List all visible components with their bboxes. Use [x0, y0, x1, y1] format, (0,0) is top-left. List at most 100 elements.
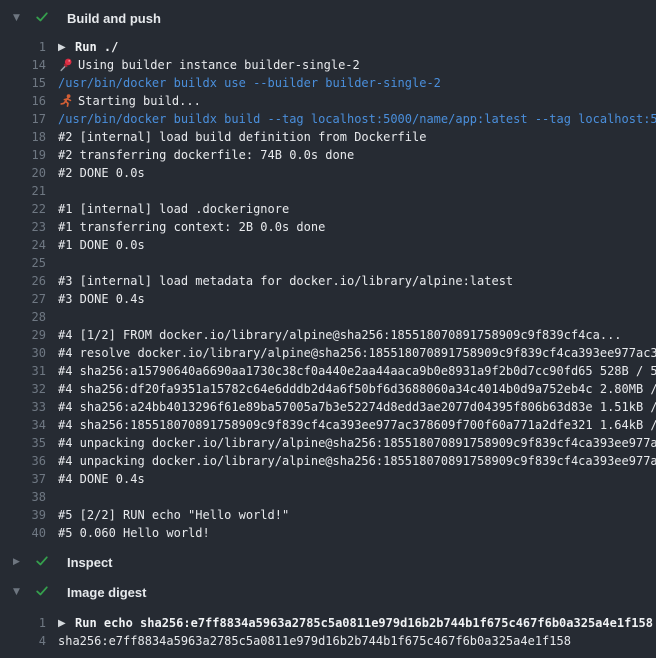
line-number[interactable]: 16	[0, 94, 46, 108]
line-number[interactable]: 35	[0, 436, 46, 450]
log-line: 32 #4 sha256:df20fa9351a15782c64e6dddb2d4…	[0, 380, 656, 398]
log-text: #4 [1/2] FROM docker.io/library/alpine@s…	[58, 328, 622, 342]
line-number[interactable]: 36	[0, 454, 46, 468]
line-number[interactable]: 28	[0, 310, 46, 324]
line-number[interactable]: 37	[0, 472, 46, 486]
line-number[interactable]: 27	[0, 292, 46, 306]
check-icon	[35, 10, 49, 24]
line-number[interactable]: 32	[0, 382, 46, 396]
log-line: 15/usr/bin/docker buildx use --builder b…	[0, 74, 656, 92]
log-block-image-digest: 1 ▶ Run echo sha256:e7ff8834a5963a2785c5a0…	[0, 614, 656, 650]
step-header-inspect[interactable]: ▶ Inspect	[0, 550, 656, 574]
log-text: #2 [internal] load build definition from…	[58, 130, 426, 144]
log-line: 20 #2 DONE 0.0s	[0, 164, 656, 182]
log-text: #4 sha256:df20fa9351a15782c64e6dddb2d4a6…	[58, 382, 656, 396]
line-number[interactable]: 15	[0, 76, 46, 90]
line-number[interactable]: 39	[0, 508, 46, 522]
step-header-build-and-push[interactable]: ▼ Build and push	[0, 6, 656, 30]
log-line: 1 ▶ Run ./	[0, 38, 656, 56]
line-number[interactable]: 29	[0, 328, 46, 342]
log-line: 28	[0, 308, 656, 326]
log-line: 40 #5 0.060 Hello world!	[0, 524, 656, 542]
line-number[interactable]: 26	[0, 274, 46, 288]
play-icon[interactable]: ▶	[58, 618, 69, 629]
line-number[interactable]: 1	[0, 616, 46, 630]
log-block-build-and-push: 1 ▶ Run ./ 14Using builder instance builder…	[0, 38, 656, 542]
log-text: Run ./	[75, 40, 118, 54]
step-title: Image digest	[67, 585, 146, 600]
line-number[interactable]: 24	[0, 238, 46, 252]
log-line: 18 #2 [internal] load build definition fr…	[0, 128, 656, 146]
chevron-down-icon[interactable]: ▼	[13, 13, 35, 23]
log-text: Run echo sha256:e7ff8834a5963a2785c5a081…	[75, 616, 653, 630]
log-text: #4 unpacking docker.io/library/alpine@sh…	[58, 436, 656, 450]
step-header-image-digest[interactable]: ▼ Image digest	[0, 580, 656, 604]
log-line: 30 #4 resolve docker.io/library/alpine@sh…	[0, 344, 656, 362]
log-text: #3 [internal] load metadata for docker.i…	[58, 274, 513, 288]
line-number[interactable]: 38	[0, 490, 46, 504]
log-line: 19 #2 transferring dockerfile: 74B 0.0s d…	[0, 146, 656, 164]
line-number[interactable]: 1	[0, 40, 46, 54]
log-line: 1 ▶ Run echo sha256:e7ff8834a5963a2785c5a0…	[0, 614, 656, 632]
line-number[interactable]: 17	[0, 112, 46, 126]
log-text: #4 resolve docker.io/library/alpine@sha2…	[58, 346, 656, 360]
log-line: 33 #4 sha256:a24bb4013296f61e89ba57005a7b…	[0, 398, 656, 416]
line-number[interactable]: 34	[0, 418, 46, 432]
log-line: 36 #4 unpacking docker.io/library/alpine@…	[0, 452, 656, 470]
line-number[interactable]: 30	[0, 346, 46, 360]
line-number[interactable]: 22	[0, 202, 46, 216]
log-line: 23 #1 transferring context: 2B 0.0s done	[0, 218, 656, 236]
log-line: 38	[0, 488, 656, 506]
line-number[interactable]: 19	[0, 148, 46, 162]
line-number[interactable]: 4	[0, 634, 46, 648]
line-number[interactable]: 21	[0, 184, 46, 198]
log-line: 24#1 DONE 0.0s	[0, 236, 656, 254]
log-text: Starting build...	[78, 94, 201, 108]
log-line: 17/usr/bin/docker buildx build --tag loc…	[0, 110, 656, 128]
check-icon	[35, 584, 49, 598]
line-number[interactable]: 40	[0, 526, 46, 540]
log-line: 4 sha256:e7ff8834a5963a2785c5a0811e979d16…	[0, 632, 656, 650]
log-line: 31 #4 sha256:a15790640a6690aa1730c38cf0a4…	[0, 362, 656, 380]
chevron-right-icon[interactable]: ▶	[13, 557, 35, 567]
log-line: 27 #3 DONE 0.4s	[0, 290, 656, 308]
log-line: 39 #5 [2/2] RUN echo "Hello world!"	[0, 506, 656, 524]
workflow-log-viewer: ▼ Build and push 1 ▶ Run ./ 14Using builder i…	[0, 6, 656, 650]
log-text: sha256:e7ff8834a5963a2785c5a0811e979d16b…	[58, 634, 571, 648]
log-text: /usr/bin/docker buildx build --tag local…	[58, 112, 656, 126]
log-line: 25	[0, 254, 656, 272]
log-line: 34 #4 sha256:185518070891758909c9f839cf4c…	[0, 416, 656, 434]
log-text: #1 [internal] load .dockerignore	[58, 202, 289, 216]
log-line: 22 #1 [internal] load .dockerignore	[0, 200, 656, 218]
log-line: 16 Starting build...	[0, 92, 656, 110]
check-icon	[35, 554, 49, 568]
chevron-down-icon[interactable]: ▼	[13, 587, 35, 597]
log-text: #5 0.060 Hello world!	[58, 526, 210, 540]
line-number[interactable]: 25	[0, 256, 46, 270]
log-text: #4 sha256:a24bb4013296f61e89ba57005a7b3e…	[58, 400, 656, 414]
log-line: 21	[0, 182, 656, 200]
log-line: 14Using builder instance builder-single-…	[0, 56, 656, 74]
play-icon[interactable]: ▶	[58, 42, 69, 53]
step-title: Build and push	[67, 11, 161, 26]
log-text: /usr/bin/docker buildx use --builder bui…	[58, 76, 441, 90]
log-text: #5 [2/2] RUN echo "Hello world!"	[58, 508, 289, 522]
log-line: 26 #3 [internal] load metadata for docker…	[0, 272, 656, 290]
step-title: Inspect	[67, 555, 113, 570]
log-line: 35 #4 unpacking docker.io/library/alpine@…	[0, 434, 656, 452]
line-number[interactable]: 18	[0, 130, 46, 144]
log-text: #2 DONE 0.0s	[58, 166, 145, 180]
log-text: #2 transferring dockerfile: 74B 0.0s don…	[58, 148, 354, 162]
line-number[interactable]: 33	[0, 400, 46, 414]
log-text: #3 DONE 0.4s	[58, 292, 145, 306]
line-number[interactable]: 31	[0, 364, 46, 378]
log-text: #4 unpacking docker.io/library/alpine@sh…	[58, 454, 656, 468]
log-text: #1 transferring context: 2B 0.0s done	[58, 220, 325, 234]
line-number[interactable]: 14	[0, 58, 46, 72]
line-number[interactable]: 23	[0, 220, 46, 234]
runner-icon	[58, 93, 74, 109]
line-number[interactable]: 20	[0, 166, 46, 180]
log-text: #4 sha256:185518070891758909c9f839cf4ca3…	[58, 418, 656, 432]
log-line: 29 #4 [1/2] FROM docker.io/library/alpine…	[0, 326, 656, 344]
log-text: #4 sha256:a15790640a6690aa1730c38cf0a440…	[58, 364, 656, 378]
